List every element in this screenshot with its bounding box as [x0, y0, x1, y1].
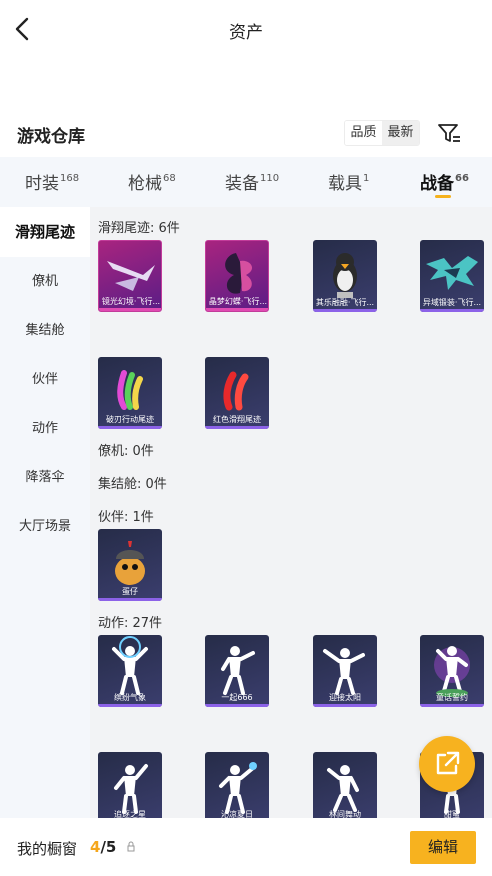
tab-battle-gear[interactable]: 战备66 — [420, 169, 469, 194]
item-card[interactable]: 林间舞动 — [313, 752, 377, 818]
active-tab-indicator — [435, 195, 451, 198]
sidebar-item-wingman[interactable]: 僚机 — [0, 257, 90, 307]
sidebar-item-pod[interactable]: 集结舱 — [0, 306, 90, 356]
section-title: 游戏仓库 — [17, 127, 85, 147]
bottom-bar: 我的橱窗 4/5 编辑 — [0, 818, 492, 876]
item-card[interactable]: 镜光幻境·飞行... — [98, 240, 162, 312]
item-card[interactable]: 童话誓约 — [420, 635, 484, 707]
sidebar: 滑翔尾迹 僚机 集结舱 伙伴 动作 降落伞 大厅场景 — [0, 207, 90, 818]
item-card[interactable]: 其乐融融·飞行... — [313, 240, 377, 312]
item-card[interactable]: 蛋仔 — [98, 529, 162, 601]
share-button[interactable] — [419, 736, 475, 792]
item-grid: 滑翔尾迹: 6件 镜光幻境·飞行... 晶梦幻蝶·飞行... 其乐融融·飞行..… — [90, 207, 492, 818]
sort-toggle: 品质 最新 — [344, 120, 420, 146]
sort-quality-button[interactable]: 品质 — [345, 121, 382, 145]
showcase-label: 我的橱窗 — [17, 840, 78, 858]
item-card[interactable]: 红色滑翔尾迹 — [205, 357, 269, 429]
warehouse-header: 游戏仓库 品质 最新 — [0, 112, 492, 152]
item-card[interactable]: 破刃行动尾迹 — [98, 357, 162, 429]
sidebar-item-emote[interactable]: 动作 — [0, 404, 90, 454]
sidebar-item-parachute[interactable]: 降落伞 — [0, 453, 90, 503]
item-card[interactable]: 迎接太阳 — [313, 635, 377, 707]
sort-latest-button[interactable]: 最新 — [382, 121, 419, 145]
group-label-wingman: 僚机: 0件 — [98, 444, 154, 459]
tab-vehicles[interactable]: 载具1 — [328, 169, 369, 194]
top-bar: 资产 — [0, 0, 492, 58]
category-tabs: 时装168 枪械68 装备110 载具1 战备66 — [0, 157, 492, 207]
group-label-emotes: 动作: 27件 — [98, 616, 163, 631]
tab-equipment[interactable]: 装备110 — [225, 169, 279, 194]
showcase-count: 4/5 — [90, 838, 117, 856]
sidebar-item-partner[interactable]: 伙伴 — [0, 355, 90, 405]
item-card[interactable]: 一起666 — [205, 635, 269, 707]
lock-icon — [127, 841, 135, 852]
item-card[interactable]: 晶梦幻蝶·飞行... — [205, 240, 269, 312]
item-card[interactable]: 追逐之星 — [98, 752, 162, 818]
share-external-icon — [436, 751, 460, 775]
sidebar-item-lobby-scene[interactable]: 大厅场景 — [0, 502, 90, 552]
group-label-pod: 集结舱: 0件 — [98, 477, 167, 492]
sidebar-item-glide-trail[interactable]: 滑翔尾迹 — [0, 207, 90, 257]
item-card[interactable]: 缤纷气象 — [98, 635, 162, 707]
item-card[interactable]: 异域锻装·飞行... — [420, 240, 484, 312]
tab-fashion[interactable]: 时装168 — [25, 169, 79, 194]
edit-button[interactable]: 编辑 — [410, 831, 476, 864]
item-card[interactable]: 沁凉夏日 — [205, 752, 269, 818]
group-label-partner: 伙伴: 1件 — [98, 510, 154, 525]
page-title: 资产 — [229, 23, 263, 43]
group-label-trails: 滑翔尾迹: 6件 — [98, 221, 180, 236]
filter-icon[interactable] — [436, 120, 462, 146]
tab-firearms[interactable]: 枪械68 — [128, 169, 176, 194]
